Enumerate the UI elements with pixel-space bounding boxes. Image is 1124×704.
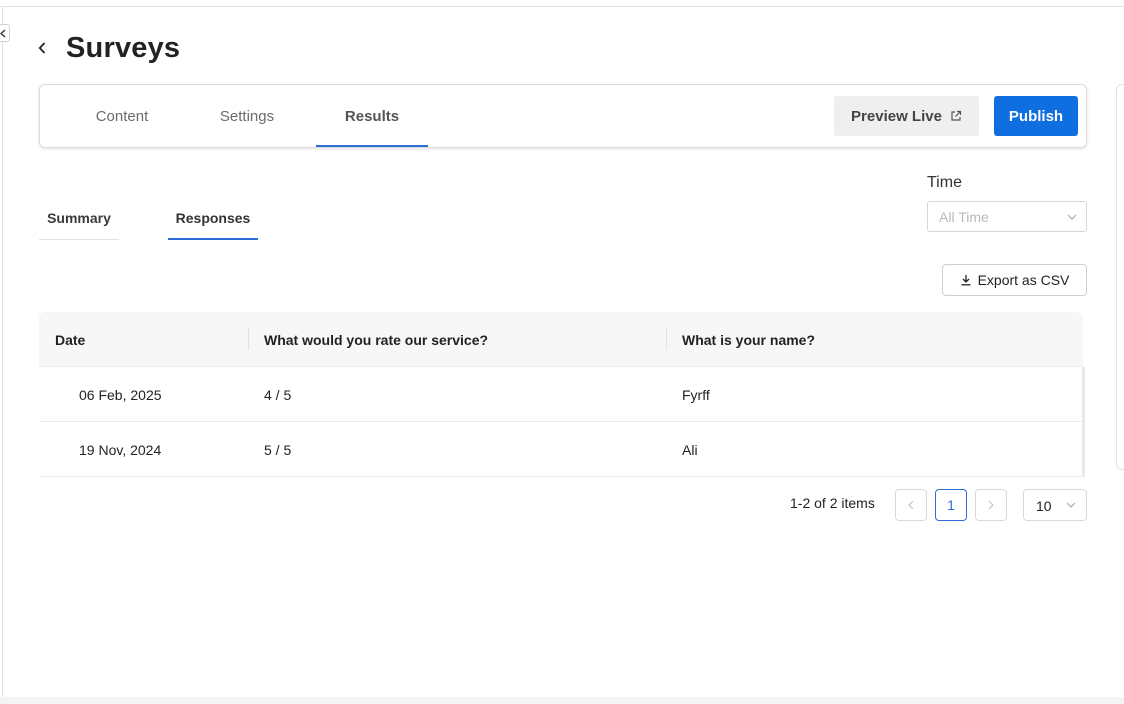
column-header-date[interactable]: Date	[55, 312, 85, 367]
cell-rating: 5 / 5	[264, 441, 292, 458]
download-icon	[961, 275, 971, 286]
chevron-down-icon	[1066, 502, 1076, 508]
subtab-responses-label: Responses	[175, 210, 251, 226]
previous-page-button[interactable]	[895, 489, 927, 521]
tab-content-label: Content	[95, 107, 149, 125]
time-filter-placeholder: All Time	[939, 209, 989, 225]
active-subtab-indicator	[168, 238, 258, 240]
tab-content[interactable]: Content	[80, 85, 164, 147]
side-panel	[1116, 84, 1124, 470]
chevron-left-icon	[908, 500, 914, 510]
table-row[interactable]: 19 Nov, 2024 5 / 5 Ali	[39, 422, 1083, 477]
preview-live-label: Preview Live	[851, 107, 942, 125]
column-header-rating-label: What would you rate our service?	[264, 331, 489, 348]
external-link-icon	[951, 110, 962, 121]
pagination-info: 1-2 of 2 items	[790, 495, 875, 511]
tab-results-label: Results	[344, 107, 400, 125]
responses-table: Date What would you rate our service? Wh…	[39, 312, 1083, 477]
export-csv-label: Export as CSV	[977, 272, 1070, 288]
left-divider	[2, 6, 3, 704]
active-tab-indicator	[316, 145, 428, 147]
chevron-down-icon	[1067, 214, 1077, 220]
cell-name: Ali	[682, 441, 698, 458]
sidebar-collapse-button[interactable]	[0, 24, 10, 42]
time-filter-select[interactable]: All Time	[927, 201, 1087, 232]
chevron-left-icon	[38, 42, 46, 54]
column-separator	[666, 328, 667, 350]
bottom-divider	[0, 697, 1124, 704]
table-scrollbar[interactable]	[1082, 367, 1085, 477]
chevron-right-icon	[988, 500, 994, 510]
subtab-responses[interactable]: Responses	[168, 196, 258, 240]
table-header: Date What would you rate our service? Wh…	[39, 312, 1083, 367]
subtab-summary[interactable]: Summary	[39, 196, 119, 240]
page-size-value: 10	[1036, 498, 1052, 514]
subtab-divider	[39, 239, 119, 240]
column-header-rating[interactable]: What would you rate our service?	[248, 312, 488, 367]
preview-live-button[interactable]: Preview Live	[834, 96, 979, 136]
cell-date: 06 Feb, 2025	[79, 386, 162, 403]
tab-settings[interactable]: Settings	[204, 85, 290, 147]
chevron-left-icon	[0, 29, 6, 38]
page-title: Surveys	[66, 32, 181, 64]
main-tab-bar: Content Settings Results Preview Live Pu…	[39, 84, 1087, 148]
table-row[interactable]: 06 Feb, 2025 4 / 5 Fyrff	[39, 367, 1083, 422]
column-separator	[248, 328, 249, 350]
publish-button[interactable]: Publish	[994, 96, 1078, 136]
subtab-summary-label: Summary	[47, 210, 111, 226]
cell-rating: 4 / 5	[264, 386, 292, 403]
back-button[interactable]	[34, 38, 52, 58]
column-header-name-label: What is your name?	[682, 331, 816, 348]
page-number-button[interactable]: 1	[935, 489, 967, 521]
tab-settings-label: Settings	[219, 107, 275, 125]
cell-name: Fyrff	[682, 386, 710, 403]
column-header-name[interactable]: What is your name?	[666, 312, 815, 367]
top-divider	[0, 6, 1124, 7]
next-page-button[interactable]	[975, 489, 1007, 521]
export-csv-button[interactable]: Export as CSV	[942, 264, 1087, 296]
cell-date: 19 Nov, 2024	[79, 441, 162, 458]
page-size-select[interactable]: 10	[1023, 489, 1087, 521]
tab-results[interactable]: Results	[316, 85, 428, 147]
time-filter-label: Time	[927, 174, 962, 191]
